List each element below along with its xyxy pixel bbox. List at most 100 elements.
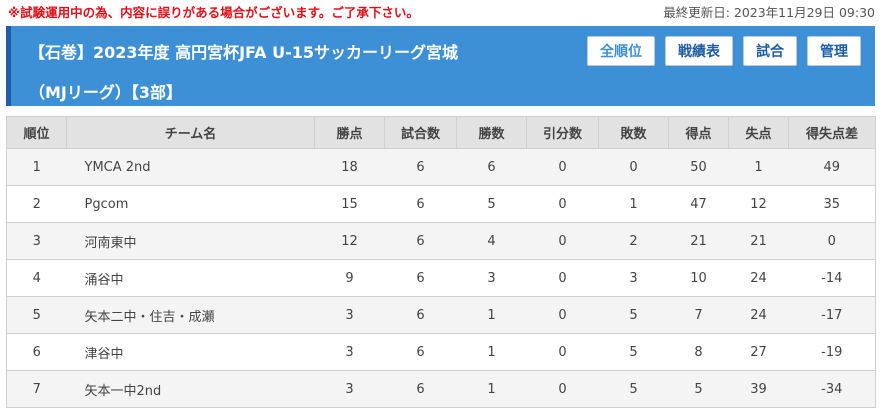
table-row: 4 涌谷中 9 6 3 0 3 10 24 -14 bbox=[6, 259, 876, 297]
trial-notice: ※試験運用中の為、内容に誤りがある場合がございます。ご了承下さい。 bbox=[8, 5, 419, 20]
cell-goals-for: 7 bbox=[668, 296, 729, 334]
cell-draws: 0 bbox=[526, 333, 599, 371]
table-row: 2 Pgcom 15 6 5 0 1 47 12 35 bbox=[6, 185, 876, 223]
admin-button[interactable]: 管理 bbox=[807, 36, 861, 66]
cell-rank: 1 bbox=[6, 148, 67, 186]
cell-draws: 0 bbox=[526, 370, 599, 408]
cell-goals-for: 5 bbox=[668, 370, 729, 408]
cell-team-name[interactable]: 涌谷中 bbox=[66, 259, 315, 297]
col-header-played: 試合数 bbox=[384, 116, 457, 149]
col-header-losses: 敗数 bbox=[598, 116, 669, 149]
table-row: 7 矢本一中2nd 3 6 1 0 5 5 39 -34 bbox=[6, 370, 876, 408]
cell-draws: 0 bbox=[526, 185, 599, 223]
cell-goal-diff: 0 bbox=[788, 222, 876, 260]
last-updated: 最終更新日: 2023年11月29日 09:30 bbox=[663, 5, 875, 20]
cell-goals-against: 24 bbox=[728, 259, 789, 297]
cell-losses: 5 bbox=[598, 296, 669, 334]
cell-losses: 5 bbox=[598, 333, 669, 371]
cell-goal-diff: -17 bbox=[788, 296, 876, 334]
cell-goal-diff: -14 bbox=[788, 259, 876, 297]
cell-points: 18 bbox=[314, 148, 385, 186]
col-header-team: チーム名 bbox=[66, 116, 315, 149]
cell-wins: 1 bbox=[456, 370, 527, 408]
cell-team-name[interactable]: 矢本一中2nd bbox=[66, 370, 315, 408]
cell-wins: 1 bbox=[456, 296, 527, 334]
cell-points: 3 bbox=[314, 296, 385, 334]
standings-table: 順位 チーム名 勝点 試合数 勝数 引分数 敗数 得点 失点 得失点差 1 YM… bbox=[6, 116, 876, 408]
cell-played: 6 bbox=[384, 222, 457, 260]
cell-wins: 4 bbox=[456, 222, 527, 260]
cell-rank: 5 bbox=[6, 296, 67, 334]
cell-wins: 3 bbox=[456, 259, 527, 297]
cell-points: 3 bbox=[314, 333, 385, 371]
col-header-rank: 順位 bbox=[6, 116, 67, 149]
cell-draws: 0 bbox=[526, 296, 599, 334]
cell-team-name[interactable]: 矢本二中・住吉・成瀬 bbox=[66, 296, 315, 334]
cell-rank: 4 bbox=[6, 259, 67, 297]
table-row: 5 矢本二中・住吉・成瀬 3 6 1 0 5 7 24 -17 bbox=[6, 296, 876, 334]
cell-played: 6 bbox=[384, 259, 457, 297]
cell-played: 6 bbox=[384, 333, 457, 371]
table-header-row: 順位 チーム名 勝点 試合数 勝数 引分数 敗数 得点 失点 得失点差 bbox=[6, 116, 876, 149]
cell-team-name[interactable]: 津谷中 bbox=[66, 333, 315, 371]
cell-rank: 3 bbox=[6, 222, 67, 260]
cell-goal-diff: -34 bbox=[788, 370, 876, 408]
cell-draws: 0 bbox=[526, 222, 599, 260]
cell-rank: 2 bbox=[6, 185, 67, 223]
top-bar: ※試験運用中の為、内容に誤りがある場合がございます。ご了承下さい。 最終更新日:… bbox=[0, 0, 885, 22]
cell-goals-for: 21 bbox=[668, 222, 729, 260]
matches-button[interactable]: 試合 bbox=[743, 36, 797, 66]
cell-losses: 2 bbox=[598, 222, 669, 260]
cell-played: 6 bbox=[384, 185, 457, 223]
cell-played: 6 bbox=[384, 296, 457, 334]
cell-goal-diff: -19 bbox=[788, 333, 876, 371]
table-row: 6 津谷中 3 6 1 0 5 8 27 -19 bbox=[6, 333, 876, 371]
cell-goals-for: 8 bbox=[668, 333, 729, 371]
cell-goals-against: 1 bbox=[728, 148, 789, 186]
cell-rank: 7 bbox=[6, 370, 67, 408]
cell-losses: 3 bbox=[598, 259, 669, 297]
cell-goals-against: 39 bbox=[728, 370, 789, 408]
col-header-wins: 勝数 bbox=[456, 116, 527, 149]
cell-goals-against: 27 bbox=[728, 333, 789, 371]
cell-goals-for: 50 bbox=[668, 148, 729, 186]
cell-points: 9 bbox=[314, 259, 385, 297]
col-header-goals-for: 得点 bbox=[668, 116, 729, 149]
cell-points: 15 bbox=[314, 185, 385, 223]
table-row: 3 河南東中 12 6 4 0 2 21 21 0 bbox=[6, 222, 876, 260]
cell-goal-diff: 49 bbox=[788, 148, 876, 186]
cell-goals-against: 21 bbox=[728, 222, 789, 260]
cell-wins: 5 bbox=[456, 185, 527, 223]
col-header-goal-diff: 得失点差 bbox=[788, 116, 876, 149]
cell-team-name[interactable]: Pgcom bbox=[66, 185, 315, 223]
cell-wins: 6 bbox=[456, 148, 527, 186]
header-nav: 全順位 戦績表 試合 管理 bbox=[587, 36, 861, 66]
cell-goals-against: 12 bbox=[728, 185, 789, 223]
cell-played: 6 bbox=[384, 148, 457, 186]
cell-goal-diff: 35 bbox=[788, 185, 876, 223]
cell-team-name[interactable]: YMCA 2nd bbox=[66, 148, 315, 186]
cell-goals-for: 10 bbox=[668, 259, 729, 297]
league-header: 【石巻】2023年度 高円宮杯JFA U-15サッカーリーグ宮城 （MJリーグ）… bbox=[6, 26, 875, 106]
cell-team-name[interactable]: 河南東中 bbox=[66, 222, 315, 260]
cell-losses: 1 bbox=[598, 185, 669, 223]
title-line-2: （MJリーグ）【3部】 bbox=[29, 83, 183, 102]
cell-points: 3 bbox=[314, 370, 385, 408]
col-header-points: 勝点 bbox=[314, 116, 385, 149]
table-row: 1 YMCA 2nd 18 6 6 0 0 50 1 49 bbox=[6, 148, 876, 186]
cell-draws: 0 bbox=[526, 148, 599, 186]
col-header-draws: 引分数 bbox=[526, 116, 599, 149]
page-title: 【石巻】2023年度 高円宮杯JFA U-15サッカーリーグ宮城 （MJリーグ）… bbox=[29, 33, 549, 113]
cell-goals-for: 47 bbox=[668, 185, 729, 223]
cell-losses: 5 bbox=[598, 370, 669, 408]
col-header-goals-against: 失点 bbox=[728, 116, 789, 149]
cell-rank: 6 bbox=[6, 333, 67, 371]
cell-played: 6 bbox=[384, 370, 457, 408]
cell-wins: 1 bbox=[456, 333, 527, 371]
results-table-button[interactable]: 戦績表 bbox=[665, 36, 733, 66]
title-line-1: 【石巻】2023年度 高円宮杯JFA U-15サッカーリーグ宮城 bbox=[29, 43, 459, 62]
cell-points: 12 bbox=[314, 222, 385, 260]
cell-losses: 0 bbox=[598, 148, 669, 186]
standings-button[interactable]: 全順位 bbox=[587, 36, 655, 66]
cell-goals-against: 24 bbox=[728, 296, 789, 334]
